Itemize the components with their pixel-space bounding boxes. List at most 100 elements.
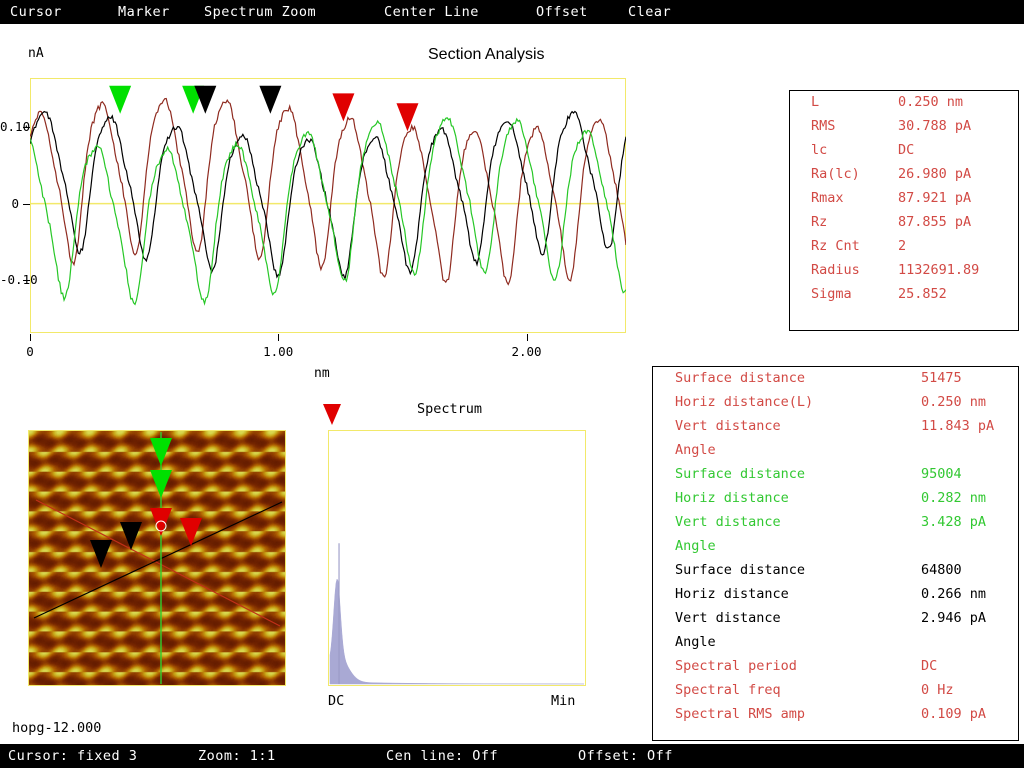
stats-value: 87.855 pA: [898, 214, 972, 230]
stats-value: 2: [898, 238, 907, 254]
stats-key: Radius: [811, 262, 860, 278]
measurement-value: 3.428 pA: [921, 514, 987, 530]
measurement-value: 2.946 pA: [921, 610, 987, 626]
stats-row: Rz Cnt 2: [790, 235, 1018, 259]
stats-row: L 0.250 nm: [790, 91, 1018, 115]
stats-value: 1132691.89: [898, 262, 980, 278]
measurement-value: 95004: [921, 466, 962, 482]
measurement-row: Vert distance 2.946 pA: [653, 607, 1018, 631]
section-plot-canvas[interactable]: [30, 78, 626, 333]
measurement-row: Angle: [653, 631, 1018, 655]
afm-cursor-overlay[interactable]: [28, 430, 286, 686]
measurement-row: Horiz distance 0.282 nm: [653, 487, 1018, 511]
stats-value: 0.250 nm: [898, 94, 964, 110]
status-cursor: Cursor: fixed 3: [8, 748, 138, 764]
status-zoom: Zoom: 1:1: [198, 748, 276, 764]
section-plot-x-axis-label: nm: [314, 366, 330, 381]
spectrum-marker-red-icon[interactable]: [321, 403, 343, 427]
measurement-key: Vert distance: [675, 418, 781, 434]
spectrum-left-label: DC: [328, 693, 345, 709]
x-tick-mark: [30, 334, 31, 341]
stats-key: Rz Cnt: [811, 238, 860, 254]
measurement-key: Horiz distance: [675, 490, 789, 506]
section-plot-y-axis-label: nA: [28, 46, 44, 61]
measurement-value: 0.250 nm: [921, 394, 987, 410]
afm-marker-black-icon[interactable]: [120, 522, 142, 550]
measurement-row: Angle: [653, 535, 1018, 559]
menu-item-spectrum-zoom[interactable]: Spectrum Zoom: [204, 4, 316, 20]
x-tick-mark: [526, 334, 528, 341]
spectrum-histogram: [329, 578, 585, 685]
afm-image-panel[interactable]: [28, 430, 286, 686]
stats-key: Sigma: [811, 286, 852, 302]
menu-item-cursor[interactable]: Cursor: [10, 4, 62, 20]
measurement-key: Surface distance: [675, 370, 806, 386]
measurement-value: 0.282 nm: [921, 490, 987, 506]
stats-row: Radius 1132691.89: [790, 259, 1018, 283]
measurement-value: 51475: [921, 370, 962, 386]
stats-row: RMS 30.788 pA: [790, 115, 1018, 139]
spectrum-canvas[interactable]: [328, 430, 586, 686]
stats-key: L: [811, 94, 820, 110]
measurement-row: Surface distance 51475: [653, 367, 1018, 391]
measurement-key: Spectral period: [675, 658, 797, 674]
stats-key: Rz: [811, 214, 828, 230]
stats-value: 26.980 pA: [898, 166, 972, 182]
measurement-row: Vert distance 11.843 pA: [653, 415, 1018, 439]
afm-marker-green-icon[interactable]: [150, 470, 172, 498]
spectrum-right-label: Min: [551, 693, 576, 709]
measurement-row: Horiz distance 0.266 nm: [653, 583, 1018, 607]
measurement-key: Horiz distance(L): [675, 394, 814, 410]
afm-marker-black-icon[interactable]: [90, 540, 112, 568]
measurement-key: Surface distance: [675, 562, 806, 578]
stats-row: lc DC: [790, 139, 1018, 163]
stats-key: RMS: [811, 118, 836, 134]
stats-key: Rmax: [811, 190, 844, 206]
measurement-value: 0 Hz: [921, 682, 954, 698]
menu-item-clear[interactable]: Clear: [628, 4, 671, 20]
section-marker-red-icon[interactable]: [332, 93, 355, 122]
x-tick-label: 1.00: [263, 344, 294, 359]
trace-green-trace: [30, 117, 626, 306]
afm-marker-red-icon[interactable]: [150, 508, 172, 536]
x-tick-mark: [278, 334, 280, 341]
y-tick-label: 0: [11, 195, 19, 211]
measurement-key: Vert distance: [675, 514, 781, 530]
measurement-key: Surface distance: [675, 466, 806, 482]
measurement-value: 0.109 pA: [921, 706, 987, 722]
x-tick-label: 0: [26, 344, 34, 359]
x-tick-label: 2.00: [511, 344, 542, 359]
menu-item-center-line[interactable]: Center Line: [384, 4, 479, 20]
stats-value: DC: [898, 142, 915, 158]
section-marker-black-icon[interactable]: [259, 85, 282, 114]
stats-row: Ra(lc) 26.980 pA: [790, 163, 1018, 187]
y-tick-mark: [23, 203, 30, 205]
measurement-key: Horiz distance: [675, 586, 789, 602]
section-marker-green-icon[interactable]: [109, 85, 132, 114]
measurement-row: Angle: [653, 439, 1018, 463]
spectrum-title: Spectrum: [417, 401, 483, 417]
stats-value: 30.788 pA: [898, 118, 972, 134]
section-plot-title: Section Analysis: [428, 46, 545, 63]
menu-item-marker[interactable]: Marker: [118, 4, 170, 20]
status-bar: Cursor: fixed 3 Zoom: 1:1 Cen line: Off Off…: [0, 744, 1024, 768]
measurement-row: Vert distance 3.428 pA: [653, 511, 1018, 535]
stats-row: Sigma 25.852: [790, 283, 1018, 307]
measurement-row: Spectral period DC: [653, 655, 1018, 679]
measurement-value: 64800: [921, 562, 962, 578]
afm-marker-green-icon[interactable]: [150, 438, 172, 466]
measurement-row: Surface distance 95004: [653, 463, 1018, 487]
menu-item-offset[interactable]: Offset: [536, 4, 588, 20]
status-cen-line: Cen line: Off: [386, 748, 499, 764]
measurement-row: Horiz distance(L) 0.250 nm: [653, 391, 1018, 415]
statistics-panel: L 0.250 nm RMS 30.788 pA lc DC Ra(lc) 26.980 pA…: [789, 90, 1019, 331]
measurement-key: Spectral RMS amp: [675, 706, 806, 722]
stats-row: Rmax 87.921 pA: [790, 187, 1018, 211]
afm-marker-red-icon[interactable]: [180, 518, 202, 546]
stats-key: Ra(lc): [811, 166, 860, 182]
measurement-key: Angle: [675, 538, 716, 554]
y-tick-label: -0.10: [0, 271, 38, 287]
measurement-key: Angle: [675, 442, 716, 458]
stats-row: Rz 87.855 pA: [790, 211, 1018, 235]
menu-bar: Cursor Marker Spectrum Zoom Center Line Offs…: [0, 0, 1024, 24]
